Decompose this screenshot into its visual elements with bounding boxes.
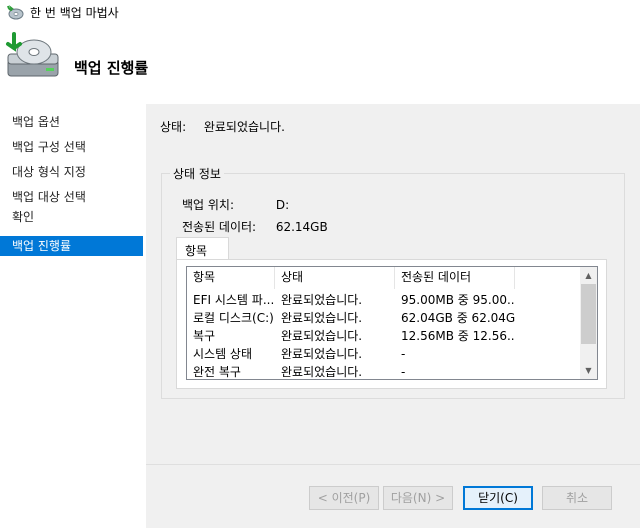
status-value: 완료되었습니다. [203, 120, 285, 134]
cell-transferred: 12.56MB 중 12.56... [401, 329, 515, 343]
backup-location-row: 백업 위치: D: [182, 196, 289, 213]
cell-transferred: - [401, 347, 406, 361]
status-line: 상태: 완료되었습니다. [160, 118, 285, 135]
column-header-status[interactable]: 상태 [275, 267, 395, 289]
items-list-view[interactable]: 항목 상태 전송된 데이터 EFI 시스템 파... 완료되었습니다. 95.0… [186, 266, 598, 380]
wizard-steps-sidebar: 백업 옵션 백업 구성 선택 대상 형식 지정 백업 대상 선택 확인 백업 진… [0, 104, 146, 528]
backup-location-value: D: [275, 198, 290, 212]
cell-status: 완료되었습니다. [281, 293, 363, 307]
previous-button[interactable]: < 이전(P) [309, 486, 379, 510]
wizard-header: 백업 진행률 [0, 24, 640, 104]
cancel-button[interactable]: 취소 [542, 486, 612, 510]
list-vertical-scrollbar[interactable]: ▲ ▼ [580, 267, 597, 379]
cell-transferred: 95.00MB 중 95.00... [401, 293, 515, 307]
scroll-down-arrow-icon[interactable]: ▼ [580, 362, 597, 379]
transferred-data-label: 전송된 데이터: [182, 220, 257, 234]
table-row[interactable]: 완전 복구 완료되었습니다. - [187, 363, 583, 379]
next-button[interactable]: 다음(N) > [383, 486, 453, 510]
status-label: 상태: [160, 120, 187, 134]
scroll-thumb[interactable] [581, 284, 596, 344]
column-header-item[interactable]: 항목 [187, 267, 275, 289]
list-header: 항목 상태 전송된 데이터 [187, 267, 583, 289]
column-header-transferred[interactable]: 전송된 데이터 [395, 267, 515, 289]
transferred-data-value: 62.14GB [275, 220, 328, 234]
sidebar-item-confirmation[interactable]: 확인 [0, 207, 143, 227]
backup-wizard-icon [7, 5, 24, 20]
table-row[interactable]: 로컬 디스크(C:) 완료되었습니다. 62.04GB 중 62.04GB [187, 309, 583, 327]
table-row[interactable]: 복구 완료되었습니다. 12.56MB 중 12.56... [187, 327, 583, 345]
sidebar-item-backup-destination[interactable]: 백업 대상 선택 [0, 187, 143, 207]
cell-item: 완전 복구 [193, 365, 241, 379]
backup-location-label: 백업 위치: [182, 198, 235, 212]
cell-transferred: - [401, 365, 406, 379]
cell-item: 로컬 디스크(C:) [193, 311, 274, 325]
footer-divider [146, 464, 640, 465]
page-title: 백업 진행률 [74, 59, 149, 77]
table-row[interactable]: 시스템 상태 완료되었습니다. - [187, 345, 583, 363]
cell-item: 복구 [193, 329, 216, 343]
window-title: 한 번 백업 마법사 [30, 6, 119, 20]
transferred-data-row: 전송된 데이터: 62.14GB [182, 218, 328, 235]
scroll-up-arrow-icon[interactable]: ▲ [580, 267, 597, 284]
cell-item: 시스템 상태 [193, 347, 253, 361]
cell-status: 완료되었습니다. [281, 365, 363, 379]
table-row[interactable]: EFI 시스템 파... 완료되었습니다. 95.00MB 중 95.00... [187, 291, 583, 309]
sidebar-item-backup-configuration[interactable]: 백업 구성 선택 [0, 137, 143, 157]
close-button[interactable]: 닫기(C) [463, 486, 533, 510]
sidebar-item-backup-progress[interactable]: 백업 진행률 [0, 236, 143, 256]
cell-transferred: 62.04GB 중 62.04GB [401, 311, 515, 325]
main-panel: 상태: 완료되었습니다. 상태 정보 백업 위치: D: 전송된 데이터: 62… [146, 104, 640, 528]
cell-status: 완료되었습니다. [281, 347, 363, 361]
cell-status: 완료되었습니다. [281, 329, 363, 343]
tab-items[interactable]: 항목 [176, 237, 229, 259]
sidebar-item-backup-options[interactable]: 백업 옵션 [0, 112, 143, 132]
disk-backup-icon [6, 32, 59, 77]
group-legend: 상태 정보 [170, 165, 224, 182]
cell-status: 완료되었습니다. [281, 311, 363, 325]
cell-item: EFI 시스템 파... [193, 293, 275, 307]
sidebar-item-destination-type[interactable]: 대상 형식 지정 [0, 162, 143, 182]
tab-panel-items: 항목 상태 전송된 데이터 EFI 시스템 파... 완료되었습니다. 95.0… [176, 259, 607, 389]
title-bar: 한 번 백업 마법사 [0, 0, 640, 24]
